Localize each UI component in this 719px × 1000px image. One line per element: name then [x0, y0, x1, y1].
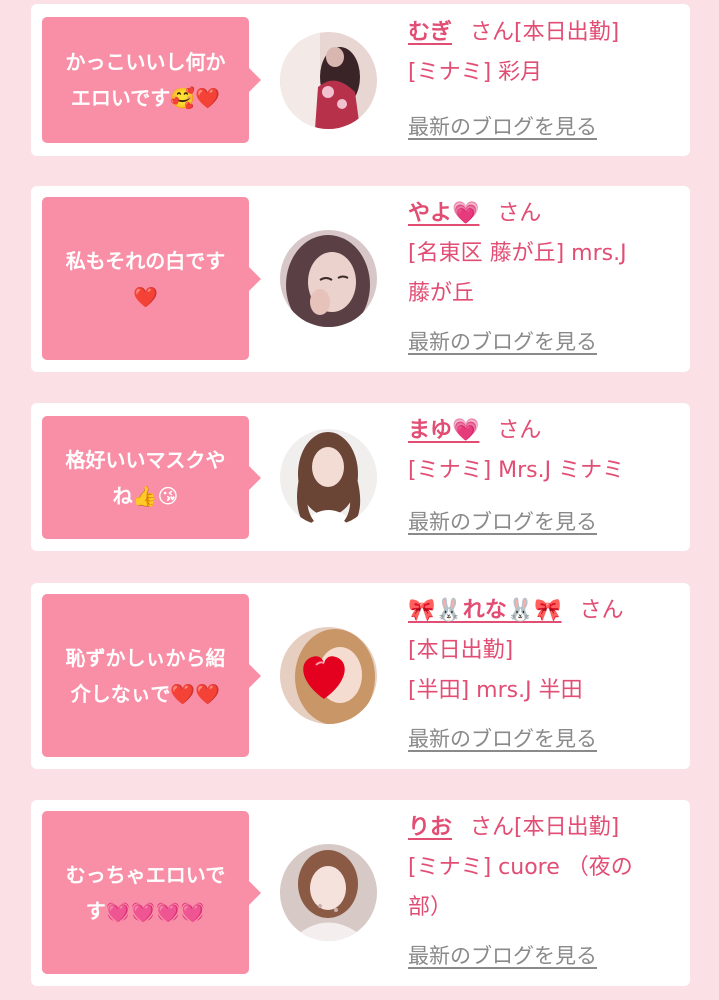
cast-detail: [本日出勤]	[514, 815, 620, 840]
cast-name-link[interactable]: やよ💗	[408, 201, 479, 226]
comment-bubble: 私もそれの白です ❤️	[42, 197, 261, 360]
message-card: 私もそれの白です ❤️ やよ💗 さん [名東区 藤が丘] mrs.J 藤が丘 最新の…	[31, 186, 690, 372]
latest-blog-link[interactable]: 最新のブログを見る	[408, 111, 597, 141]
avatar[interactable]	[280, 32, 377, 129]
cast-shop: [名東区 藤が丘] mrs.J	[408, 241, 627, 266]
honorific: さん	[470, 20, 515, 45]
comment-bubble: むっちゃエロいで す💓💓💓💓	[42, 811, 261, 974]
cast-detail: [本日出勤]	[514, 20, 620, 45]
latest-blog-link[interactable]: 最新のブログを見る	[408, 326, 597, 356]
latest-blog-link[interactable]: 最新のブログを見る	[408, 940, 597, 970]
message-card: 格好いいマスクや ね👍😘 まゆ💗 さん [ミナミ] Mrs.J ミナミ 最新のブログ…	[31, 403, 690, 551]
cast-name-link[interactable]: まゆ💗	[408, 418, 479, 443]
avatar[interactable]	[280, 230, 377, 327]
avatar[interactable]	[280, 627, 377, 724]
cast-detail: [本日出勤]	[408, 638, 514, 663]
honorific: さん	[579, 598, 624, 623]
latest-blog-link[interactable]: 最新のブログを見る	[408, 506, 597, 536]
cast-name-link[interactable]: りお	[408, 815, 452, 840]
honorific: さん	[497, 201, 542, 226]
cast-shop: [ミナミ] 彩月	[408, 60, 543, 85]
cast-info: むぎ さん[本日出勤] [ミナミ] 彩月	[408, 13, 680, 93]
honorific: さん	[470, 815, 515, 840]
cast-info: やよ💗 さん [名東区 藤が丘] mrs.J 藤が丘	[408, 194, 680, 314]
comment-text: むっちゃエロいで す💓💓💓💓	[65, 862, 226, 923]
avatar[interactable]	[280, 844, 377, 941]
comment-bubble: 恥ずかしぃから紹 介しなぃで❤️❤️	[42, 594, 261, 757]
cast-shop: [ミナミ] Mrs.J ミナミ	[408, 458, 625, 483]
avatar-photo	[280, 230, 377, 327]
message-card: 恥ずかしぃから紹 介しなぃで❤️❤️ 🎀🐰れな🐰🎀 さん [本日出勤] [半田] m…	[31, 583, 690, 769]
cast-info: りお さん[本日出勤] [ミナミ] cuore （夜の 部）	[408, 808, 680, 928]
avatar-photo	[280, 627, 377, 724]
comment-text: かっこいいし何か エロいです🥰❤️	[65, 50, 226, 110]
comment-text: 恥ずかしぃから紹 介しなぃで❤️❤️	[65, 645, 226, 706]
cast-info: まゆ💗 さん [ミナミ] Mrs.J ミナミ	[408, 411, 680, 491]
avatar[interactable]	[280, 429, 377, 526]
avatar-photo	[280, 32, 377, 129]
cast-shop: [半田] mrs.J 半田	[408, 678, 583, 703]
comment-bubble: かっこいいし何か エロいです🥰❤️	[42, 17, 261, 143]
message-card: むっちゃエロいで す💓💓💓💓 りお さん[本日出勤] [ミナミ] cuore （夜の…	[31, 800, 690, 986]
cast-shop: 部）	[408, 895, 453, 920]
cast-shop: 藤が丘	[408, 281, 475, 306]
comment-text: 格好いいマスクや ね👍😘	[65, 447, 226, 508]
latest-blog-link[interactable]: 最新のブログを見る	[408, 723, 597, 753]
comment-bubble: 格好いいマスクや ね👍😘	[42, 416, 261, 539]
honorific: さん	[497, 418, 542, 443]
avatar-photo	[280, 844, 377, 941]
comment-text: 私もそれの白です ❤️	[65, 248, 226, 309]
message-card: かっこいいし何か エロいです🥰❤️ むぎ さん[本日出勤] [ミナミ] 彩月 最新の…	[31, 4, 690, 156]
cast-shop: [ミナミ] cuore （夜の	[408, 855, 633, 880]
cast-name-link[interactable]: 🎀🐰れな🐰🎀	[408, 598, 562, 623]
cast-info: 🎀🐰れな🐰🎀 さん [本日出勤] [半田] mrs.J 半田	[408, 591, 680, 711]
cast-name-link[interactable]: むぎ	[408, 20, 452, 45]
avatar-photo	[280, 429, 377, 526]
